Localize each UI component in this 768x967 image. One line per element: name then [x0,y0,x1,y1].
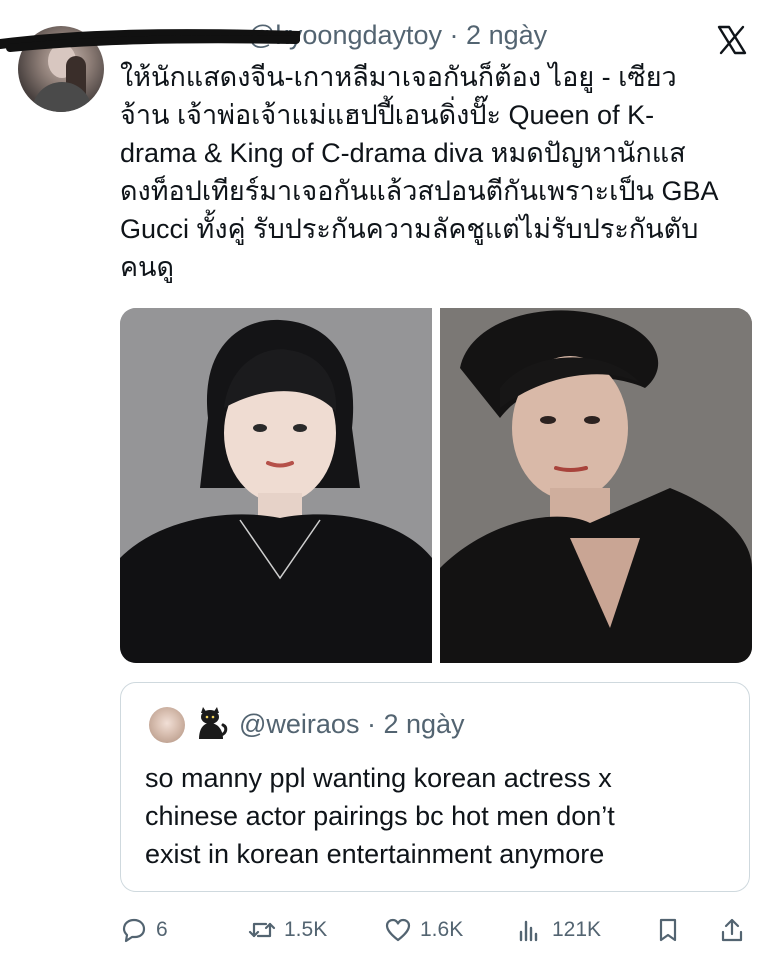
tweet-text-line: Gucci ทั้งคู่ รับประกันความลัคชูแต่ไม่รั… [120,214,699,244]
views-button[interactable]: 121K [516,910,601,950]
bookmark-button[interactable] [654,910,690,950]
reply-icon [122,918,146,943]
quoted-tweet-text: so manny ppl wanting korean actress x ch… [145,759,735,873]
tweet-text: ให้นักแสดงจีน-เกาหลีมาเจอกันก็ต้อง ไอยู … [120,58,752,286]
quoted-author-handle[interactable]: @weiraos [239,709,359,739]
photo-woman[interactable] [120,308,432,663]
share-icon [721,918,743,942]
header-separator: · [366,709,384,739]
share-button[interactable] [718,910,754,950]
tweet-text-line: drama & King of C-drama diva หมดปัญหานัก… [120,138,686,168]
author-avatar[interactable] [18,26,104,112]
tweet-text-line: ดงท็อปเทียร์มาเจอกันแล้วสปอนตีกันเพราะเป… [120,176,719,206]
tweet-action-bar: 6 1.5K 1.6K 121K [0,910,768,950]
reply-count: 6 [156,918,168,941]
quoted-tweet-timestamp[interactable]: 2 ngày [383,709,464,739]
x-logo-icon[interactable] [716,24,748,56]
bookmark-icon [659,918,677,942]
views-icon [519,920,538,942]
author-handle[interactable]: @kyoongdaytoy [248,20,442,50]
like-button[interactable]: 1.6K [384,910,463,950]
heart-icon [385,918,411,942]
tweet-text-line: จ้าน เจ้าพ่อเจ้าแม่แฮปปี้เอนดิ่งปั๊ะ Que… [120,100,655,130]
quoted-text-line: chinese actor pairings bc hot men don’t [145,801,615,831]
quoted-text-line: so manny ppl wanting korean actress x [145,763,612,793]
repost-count: 1.5K [284,918,328,941]
quoted-text-line: exist in korean entertainment anymore [145,839,605,869]
like-count: 1.6K [420,918,464,941]
quoted-tweet[interactable]: @weiraos · 2 ngày so manny ppl wanting k… [120,682,750,892]
tweet-text-line: คนดู [120,252,175,282]
tweet-timestamp[interactable]: 2 ngày [466,20,547,50]
quoted-tweet-header: @weiraos · 2 ngày [239,709,465,740]
tweet-media[interactable] [120,308,752,663]
header-separator: · [449,20,467,50]
views-count: 121K [552,918,602,941]
tweet-header: @kyoongdaytoy · 2 ngày [248,20,547,51]
cat-emoji-icon [199,707,228,739]
quoted-author-avatar[interactable] [149,707,185,743]
photo-man[interactable] [440,308,752,663]
tweet-text-line: ให้นักแสดงจีน-เกาหลีมาเจอกันก็ต้อง ไอยู … [120,62,677,92]
reply-button[interactable]: 6 [120,910,168,950]
repost-icon [248,922,276,938]
repost-button[interactable]: 1.5K [248,910,327,950]
